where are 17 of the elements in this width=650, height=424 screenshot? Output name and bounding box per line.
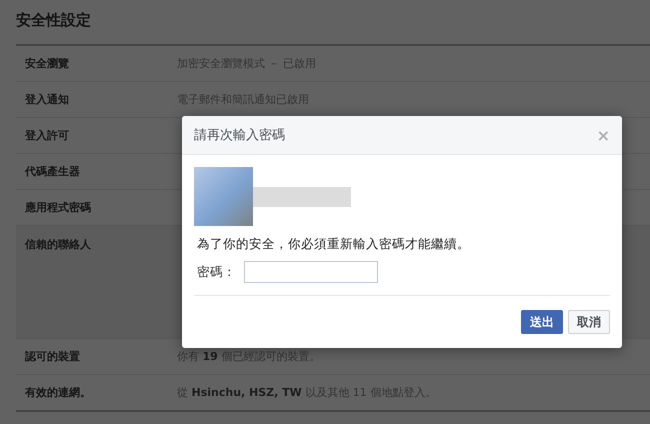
setting-label: 登入通知 (24, 92, 70, 107)
setting-label: 代碼產生器 (24, 164, 81, 179)
password-field[interactable] (244, 261, 378, 283)
submit-button[interactable]: 送出 (521, 310, 563, 334)
setting-label: 安全瀏覽 (24, 56, 70, 71)
setting-label: 登入許可 (24, 128, 70, 143)
close-button[interactable]: × (596, 126, 610, 144)
page-title: 安全性設定 (16, 10, 92, 31)
setting-label: 應用程式密碼 (24, 200, 92, 215)
setting-label: 有效的連網。 (24, 385, 92, 400)
cancel-button[interactable]: 取消 (568, 310, 610, 334)
dialog-title: 請再次輸入密碼 (194, 127, 285, 144)
avatar-placeholder (194, 167, 253, 226)
setting-label: 信賴的聯絡人 (24, 237, 92, 252)
dialog-message: 為了你的安全，你必須重新輸入密碼才能繼續。 (197, 236, 471, 253)
setting-label: 認可的裝置 (24, 349, 81, 364)
password-label: 密碼： (197, 264, 236, 280)
